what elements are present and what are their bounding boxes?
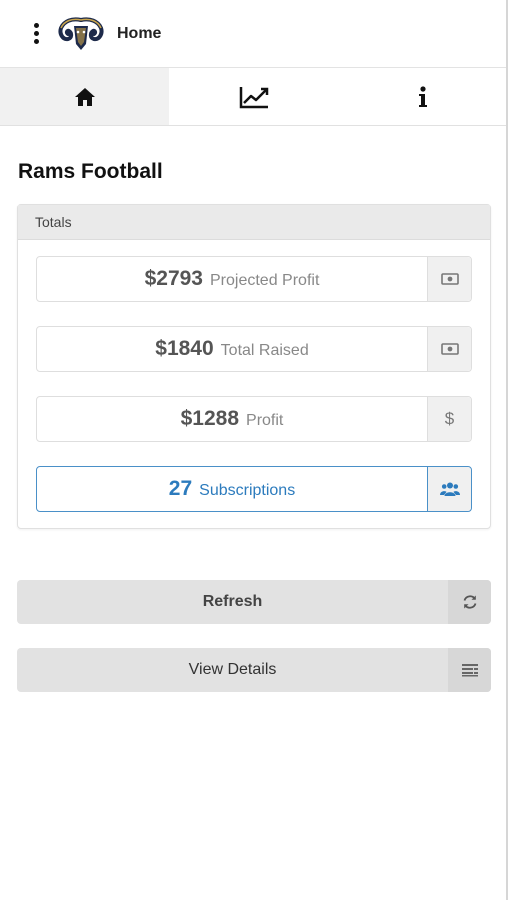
refresh-button[interactable]: Refresh bbox=[17, 580, 491, 624]
page-title: Rams Football bbox=[18, 160, 163, 183]
money-icon bbox=[427, 327, 471, 371]
tab-chart[interactable] bbox=[169, 68, 338, 125]
info-icon bbox=[419, 85, 428, 107]
kebab-menu-icon[interactable] bbox=[26, 23, 46, 44]
rams-logo-icon bbox=[58, 16, 104, 50]
stat-value: 27 bbox=[168, 477, 193, 500]
stat-value: $1840 bbox=[155, 337, 214, 360]
refresh-icon bbox=[448, 580, 491, 624]
tab-info[interactable] bbox=[339, 68, 508, 125]
stat-label: Profit bbox=[246, 412, 284, 429]
totals-panel: Totals $2793 Projected Profit $1840 Tota… bbox=[17, 204, 491, 529]
dollar-icon: $ bbox=[427, 397, 471, 441]
app-header: Home bbox=[0, 0, 508, 68]
stat-label: Subscriptions bbox=[199, 482, 296, 499]
users-icon bbox=[427, 467, 471, 511]
stat-profit: $1288 Profit $ bbox=[36, 396, 472, 442]
home-icon bbox=[74, 87, 95, 106]
money-icon bbox=[427, 257, 471, 301]
chart-line-icon bbox=[239, 86, 269, 108]
stat-value: $2793 bbox=[144, 267, 203, 290]
view-details-button[interactable]: View Details bbox=[17, 648, 491, 692]
tab-home[interactable] bbox=[0, 68, 170, 125]
header-title: Home bbox=[117, 24, 162, 42]
stat-label: Total Raised bbox=[220, 342, 309, 359]
stat-subscriptions[interactable]: 27 Subscriptions bbox=[36, 466, 472, 512]
tab-bar bbox=[0, 68, 508, 126]
stat-label: Projected Profit bbox=[210, 272, 320, 289]
stat-total-raised: $1840 Total Raised bbox=[36, 326, 472, 372]
stat-value: $1288 bbox=[180, 407, 240, 430]
totals-heading: Totals bbox=[18, 205, 490, 240]
stat-projected-profit: $2793 Projected Profit bbox=[36, 256, 472, 302]
refresh-label: Refresh bbox=[202, 593, 263, 610]
view-details-label: View Details bbox=[188, 661, 277, 678]
list-icon bbox=[448, 648, 491, 692]
